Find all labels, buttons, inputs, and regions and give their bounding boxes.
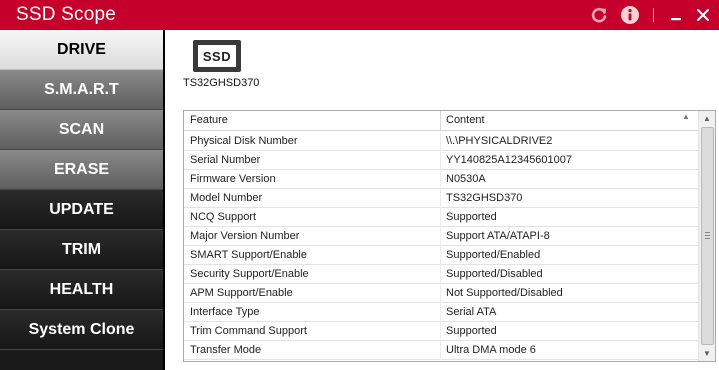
table-row[interactable]: SMART Support/Enable Supported/Enabled <box>184 246 698 265</box>
cell-divider <box>440 189 441 208</box>
scroll-up-arrow-icon[interactable]: ▲ <box>703 114 711 123</box>
feature-cell: Interface Type <box>190 306 260 318</box>
sidebar-item-scan[interactable]: SCAN <box>0 110 163 150</box>
cell-divider <box>440 151 441 170</box>
cell-divider <box>440 341 441 360</box>
drive-info-table: Feature Content ▲ Physical Disk Number \… <box>183 110 716 362</box>
sidebar-item-health[interactable]: HEALTH <box>0 270 163 310</box>
drive-model-label: TS32GHSD370 <box>183 77 260 89</box>
sidebar-item-label: UPDATE <box>49 200 114 218</box>
content-cell: Serial ATA <box>446 306 497 318</box>
table-row[interactable]: Firmware Version N0530A <box>184 170 698 189</box>
sidebar-item-label: TRIM <box>61 240 102 258</box>
scroll-down-arrow-icon[interactable]: ▼ <box>703 349 711 358</box>
feature-cell: Physical Disk Number <box>190 135 298 147</box>
feature-cell: APM Support/Enable <box>190 287 293 299</box>
content-cell: Supported <box>446 211 497 223</box>
cell-divider <box>440 284 441 303</box>
feature-cell: SMART Support/Enable <box>190 249 307 261</box>
table-row[interactable]: Serial Number YY140825A12345601007 <box>184 151 698 170</box>
grip-icon <box>705 232 710 239</box>
cell-divider <box>440 170 441 189</box>
titlebar-separator <box>653 8 654 22</box>
content-cell: Supported/Disabled <box>446 268 543 280</box>
sidebar-item-smart[interactable]: S.M.A.R.T <box>0 70 163 110</box>
table-row[interactable]: Model Number TS32GHSD370 <box>184 189 698 208</box>
close-icon[interactable] <box>693 5 713 25</box>
sort-up-icon: ▲ <box>682 112 690 121</box>
sidebar: DRIVE S.M.A.R.T SCAN ERASE UPDATE TRIM H… <box>0 30 164 370</box>
table-row[interactable]: Interface Type Serial ATA <box>184 303 698 322</box>
sidebar-item-trim[interactable]: TRIM <box>0 230 163 270</box>
table-header: Feature Content ▲ <box>184 111 698 131</box>
sidebar-item-label: System Clone <box>28 320 135 338</box>
ssd-drive-icon[interactable]: SSD <box>193 40 241 72</box>
content-cell: YY140825A12345601007 <box>446 154 573 166</box>
content-cell: Not Supported/Disabled <box>446 287 563 299</box>
content-cell: Support ATA/ATAPI-8 <box>446 230 550 242</box>
feature-cell: Security Support/Enable <box>190 268 309 280</box>
sidebar-item-label: ERASE <box>53 160 110 178</box>
info-icon[interactable] <box>620 5 640 25</box>
column-header-content[interactable]: Content <box>446 114 485 126</box>
content-cell: Supported <box>446 325 497 337</box>
feature-cell: Model Number <box>190 192 263 204</box>
cell-divider <box>440 227 441 246</box>
content-cell: Supported/Enabled <box>446 249 541 261</box>
feature-cell: NCQ Support <box>190 211 257 223</box>
content-cell: TS32GHSD370 <box>446 192 523 204</box>
cell-divider <box>440 208 441 227</box>
table-row[interactable]: Major Version Number Support ATA/ATAPI-8 <box>184 227 698 246</box>
table-row[interactable]: Transfer Mode Ultra DMA mode 6 <box>184 341 698 360</box>
content-cell: N0530A <box>446 173 486 185</box>
cell-divider <box>440 322 441 341</box>
sidebar-item-label: S.M.A.R.T <box>44 80 119 98</box>
feature-cell: Transfer Mode <box>190 344 262 356</box>
table-row[interactable]: Security Support/Enable Supported/Disabl… <box>184 265 698 284</box>
sidebar-item-drive[interactable]: DRIVE <box>0 30 163 70</box>
cell-divider <box>440 132 441 151</box>
sidebar-item-label: DRIVE <box>57 40 106 58</box>
feature-cell: Serial Number <box>190 154 261 166</box>
table-row[interactable]: Trim Command Support Supported <box>184 322 698 341</box>
sidebar-item-erase[interactable]: ERASE <box>0 150 163 190</box>
sidebar-item-system-clone[interactable]: System Clone <box>0 310 163 350</box>
sidebar-item-label: HEALTH <box>49 280 114 298</box>
feature-cell: Firmware Version <box>190 173 276 185</box>
cell-divider <box>440 265 441 284</box>
table-row[interactable]: Physical Disk Number \\.\PHYSICALDRIVE2 <box>184 132 698 151</box>
refresh-icon[interactable] <box>589 5 609 25</box>
app-title: SSD Scope <box>16 4 117 25</box>
vertical-scrollbar[interactable]: ▲ ▼ <box>698 111 715 361</box>
content-cell: Ultra DMA mode 6 <box>446 344 536 356</box>
feature-cell: Major Version Number <box>190 230 300 242</box>
minimize-icon[interactable] <box>669 5 683 25</box>
ssd-icon-label: SSD <box>198 45 236 67</box>
column-header-feature[interactable]: Feature <box>190 114 228 126</box>
cell-divider <box>440 303 441 322</box>
title-bar: SSD Scope <box>0 0 719 30</box>
content-cell: \\.\PHYSICALDRIVE2 <box>446 135 553 147</box>
cell-divider <box>440 246 441 265</box>
sidebar-item-label: SCAN <box>58 120 105 138</box>
sidebar-item-update[interactable]: UPDATE <box>0 190 163 230</box>
table-row[interactable]: APM Support/Enable Not Supported/Disable… <box>184 284 698 303</box>
table-row[interactable]: NCQ Support Supported <box>184 208 698 227</box>
feature-cell: Trim Command Support <box>190 325 307 337</box>
scrollbar-thumb[interactable] <box>701 127 714 345</box>
column-divider[interactable] <box>440 111 441 131</box>
